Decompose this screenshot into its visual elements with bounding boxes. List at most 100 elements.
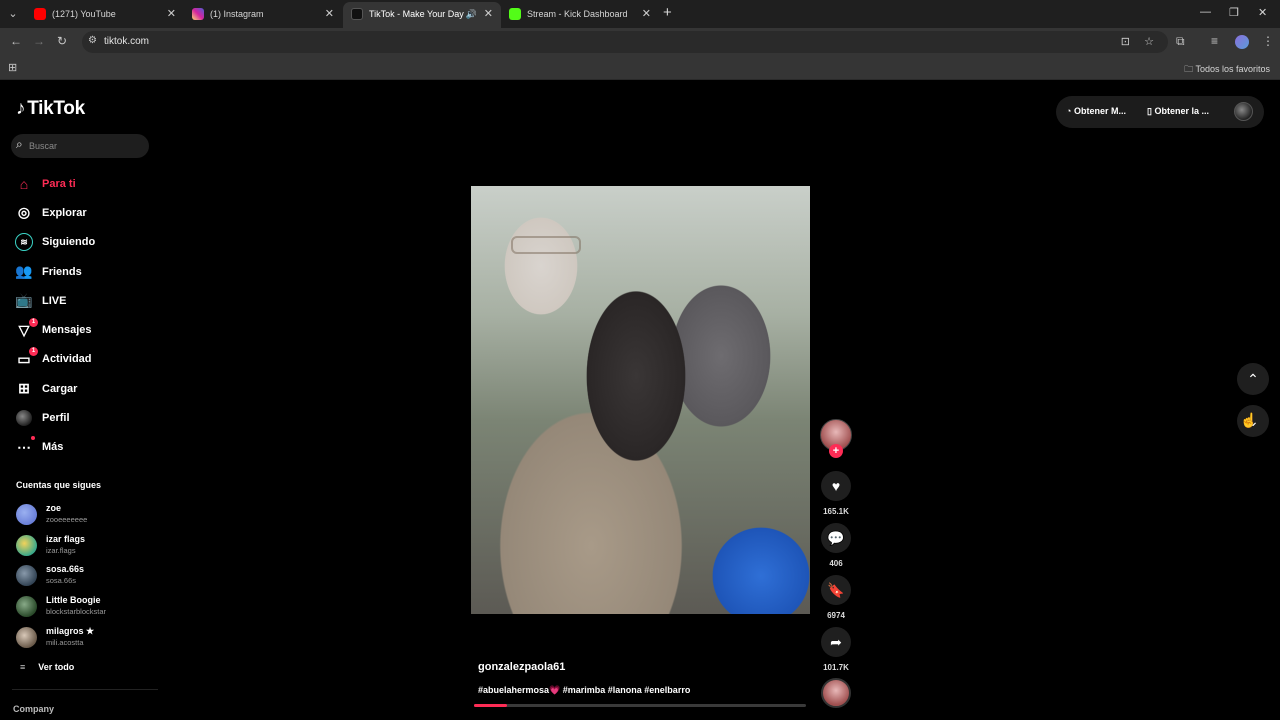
video-progress-bar[interactable] (474, 704, 806, 707)
apps-grid-icon[interactable]: ⊞ (8, 61, 17, 74)
browser-tab-bar: ⌄ (1271) YouTube ✕ (1) Instagram ✕ TikTo… (0, 0, 1280, 28)
minimize-icon[interactable]: — (1200, 6, 1211, 18)
close-tab-icon[interactable]: ✕ (642, 2, 651, 26)
following-icon: ≋ (15, 233, 33, 252)
bookmark-star-icon[interactable]: ☆ (1144, 35, 1154, 48)
account-handle: mili.acostta (46, 638, 84, 647)
site-info-icon[interactable]: ⚙ (88, 35, 97, 46)
close-tab-icon[interactable]: ✕ (484, 2, 493, 26)
home-icon: ⌂ (19, 175, 29, 192)
share-button[interactable]: ➦ (821, 627, 851, 657)
close-tab-icon[interactable]: ✕ (167, 2, 176, 26)
sidebar-item-label: Actividad (42, 353, 92, 366)
get-coins-button[interactable]: ◔ Obtener M... (1066, 106, 1126, 116)
following-account[interactable]: izar flags izar.flags (16, 533, 156, 559)
messages-badge: 1 (29, 318, 38, 328)
activity-badge: 1 (29, 347, 38, 357)
tab-youtube[interactable]: (1271) YouTube ✕ (26, 2, 184, 26)
reload-icon[interactable]: ↻ (57, 34, 67, 48)
tab-search-icon[interactable]: ⌄ (4, 5, 22, 23)
instagram-favicon-icon (192, 8, 204, 20)
search-input[interactable] (29, 137, 144, 155)
new-tab-icon[interactable]: + (663, 4, 672, 21)
tab-title: (1271) YouTube (52, 9, 116, 19)
comment-count: 406 (829, 559, 843, 568)
sidebar-item-label: Para ti (42, 177, 76, 190)
account-handle: zooeeeeeee (46, 515, 88, 524)
hand-cursor-icon: ☝ (1240, 412, 1258, 428)
back-icon[interactable]: ← (10, 34, 22, 48)
hashtags-rest[interactable]: #marimba #lanona #enelbarro (560, 685, 691, 695)
user-avatar[interactable] (1234, 102, 1253, 121)
speaker-icon[interactable]: 🔊 (466, 2, 477, 26)
previous-video-button[interactable]: ⌃ (1237, 363, 1269, 395)
profile-avatar-icon (15, 409, 33, 427)
close-window-icon[interactable]: ✕ (1258, 6, 1267, 19)
video-player[interactable] (471, 186, 810, 614)
get-app-button[interactable]: ▯ Obtener la ... (1147, 106, 1209, 117)
sidebar-item-label: Perfil (42, 412, 70, 425)
share-icon: ➦ (830, 633, 842, 650)
url-bar[interactable]: ⚙ tiktok.com ⊡ ☆ (82, 31, 1168, 53)
live-icon: 📺 (15, 292, 33, 309)
tab-instagram[interactable]: (1) Instagram ✕ (184, 2, 342, 26)
avatar (16, 627, 37, 648)
messages-icon: ▽ 1 (15, 318, 38, 339)
tiktok-logo-text: TikTok (27, 98, 85, 119)
sidebar-item-perfil[interactable]: Perfil (15, 403, 165, 432)
phone-icon: ▯ (1147, 106, 1152, 116)
close-tab-icon[interactable]: ✕ (325, 2, 334, 26)
tab-tiktok[interactable]: TikTok - Make Your Day 🔊 ✕ (343, 2, 501, 28)
browser-profile-avatar[interactable] (1235, 35, 1249, 49)
extensions-icon[interactable]: ⧉ (1176, 34, 1185, 49)
tiktok-logo[interactable]: ♪ TikTok (16, 98, 85, 120)
sidebar-item-friends[interactable]: 👥 Friends (15, 257, 165, 286)
see-all-following-button[interactable]: ≡ Ver todo (20, 662, 74, 672)
avatar (16, 504, 37, 525)
sidebar-item-label: LIVE (42, 294, 67, 307)
avatar (16, 565, 37, 586)
sidebar-item-label: Explorar (42, 206, 87, 219)
upload-icon: ⊞ (18, 380, 30, 397)
following-account[interactable]: sosa.66s sosa.66s (16, 563, 156, 589)
sidebar-item-cargar[interactable]: ⊞ Cargar (15, 374, 165, 403)
sidebar-item-explorar[interactable]: ◎ Explorar (15, 198, 165, 227)
comment-icon: 💬 (827, 529, 845, 546)
sidebar-item-mas[interactable]: ⋯ Más (15, 433, 165, 462)
sidebar-item-label: Más (42, 441, 64, 454)
youtube-favicon-icon (34, 8, 46, 20)
following-account[interactable]: zoe zooeeeeeee (16, 502, 156, 528)
video-caption: #abuelahermosa💗 #marimba #lanona #enelba… (478, 685, 690, 696)
comment-button[interactable]: 💬 (821, 523, 851, 553)
save-button[interactable]: 🔖 (821, 575, 851, 605)
follow-plus-icon[interactable]: + (829, 444, 843, 458)
search-icon: ⌕ (16, 137, 23, 151)
maximize-icon[interactable]: ❐ (1229, 6, 1239, 19)
sidebar-item-actividad[interactable]: ▭ 1 Actividad (15, 345, 165, 374)
like-button[interactable]: ♥ (821, 471, 851, 501)
all-bookmarks-label: Todos los favoritos (1195, 64, 1270, 74)
install-app-icon[interactable]: ⊡ (1121, 35, 1130, 48)
tab-kick[interactable]: Stream - Kick Dashboard ✕ (501, 2, 659, 26)
following-account[interactable]: Little Boogie blockstarblockstar (16, 594, 156, 620)
following-account[interactable]: milagros ★ mili.acostta (16, 625, 156, 651)
hashtag-abuelahermosa[interactable]: #abuelahermosa (478, 685, 549, 695)
like-count: 165.1K (823, 507, 849, 516)
company-link[interactable]: Company (13, 704, 54, 714)
sidebar-item-mensajes[interactable]: ▽ 1 Mensajes (15, 315, 165, 344)
all-bookmarks-button[interactable]: 🗀 Todos los favoritos (1184, 62, 1270, 78)
browser-menu-icon[interactable]: ⋮ (1262, 34, 1274, 48)
media-controls-icon[interactable]: ≡ (1211, 34, 1218, 48)
avatar (16, 535, 37, 556)
sidebar-item-para-ti[interactable]: ⌂ Para ti (15, 169, 165, 198)
bookmark-icon: 🔖 (827, 581, 845, 598)
video-author[interactable]: gonzalezpaola61 (478, 661, 565, 673)
sidebar-item-siguiendo[interactable]: ≋ Siguiendo (15, 228, 165, 257)
music-disc-avatar[interactable] (821, 678, 851, 708)
following-section-title: Cuentas que sigues (16, 480, 102, 490)
compass-icon: ◎ (17, 204, 31, 221)
forward-icon[interactable]: → (33, 34, 45, 48)
sidebar-item-live[interactable]: 📺 LIVE (15, 286, 165, 315)
sidebar-item-label: Mensajes (42, 324, 92, 337)
search-box[interactable]: ⌕ (11, 134, 149, 158)
